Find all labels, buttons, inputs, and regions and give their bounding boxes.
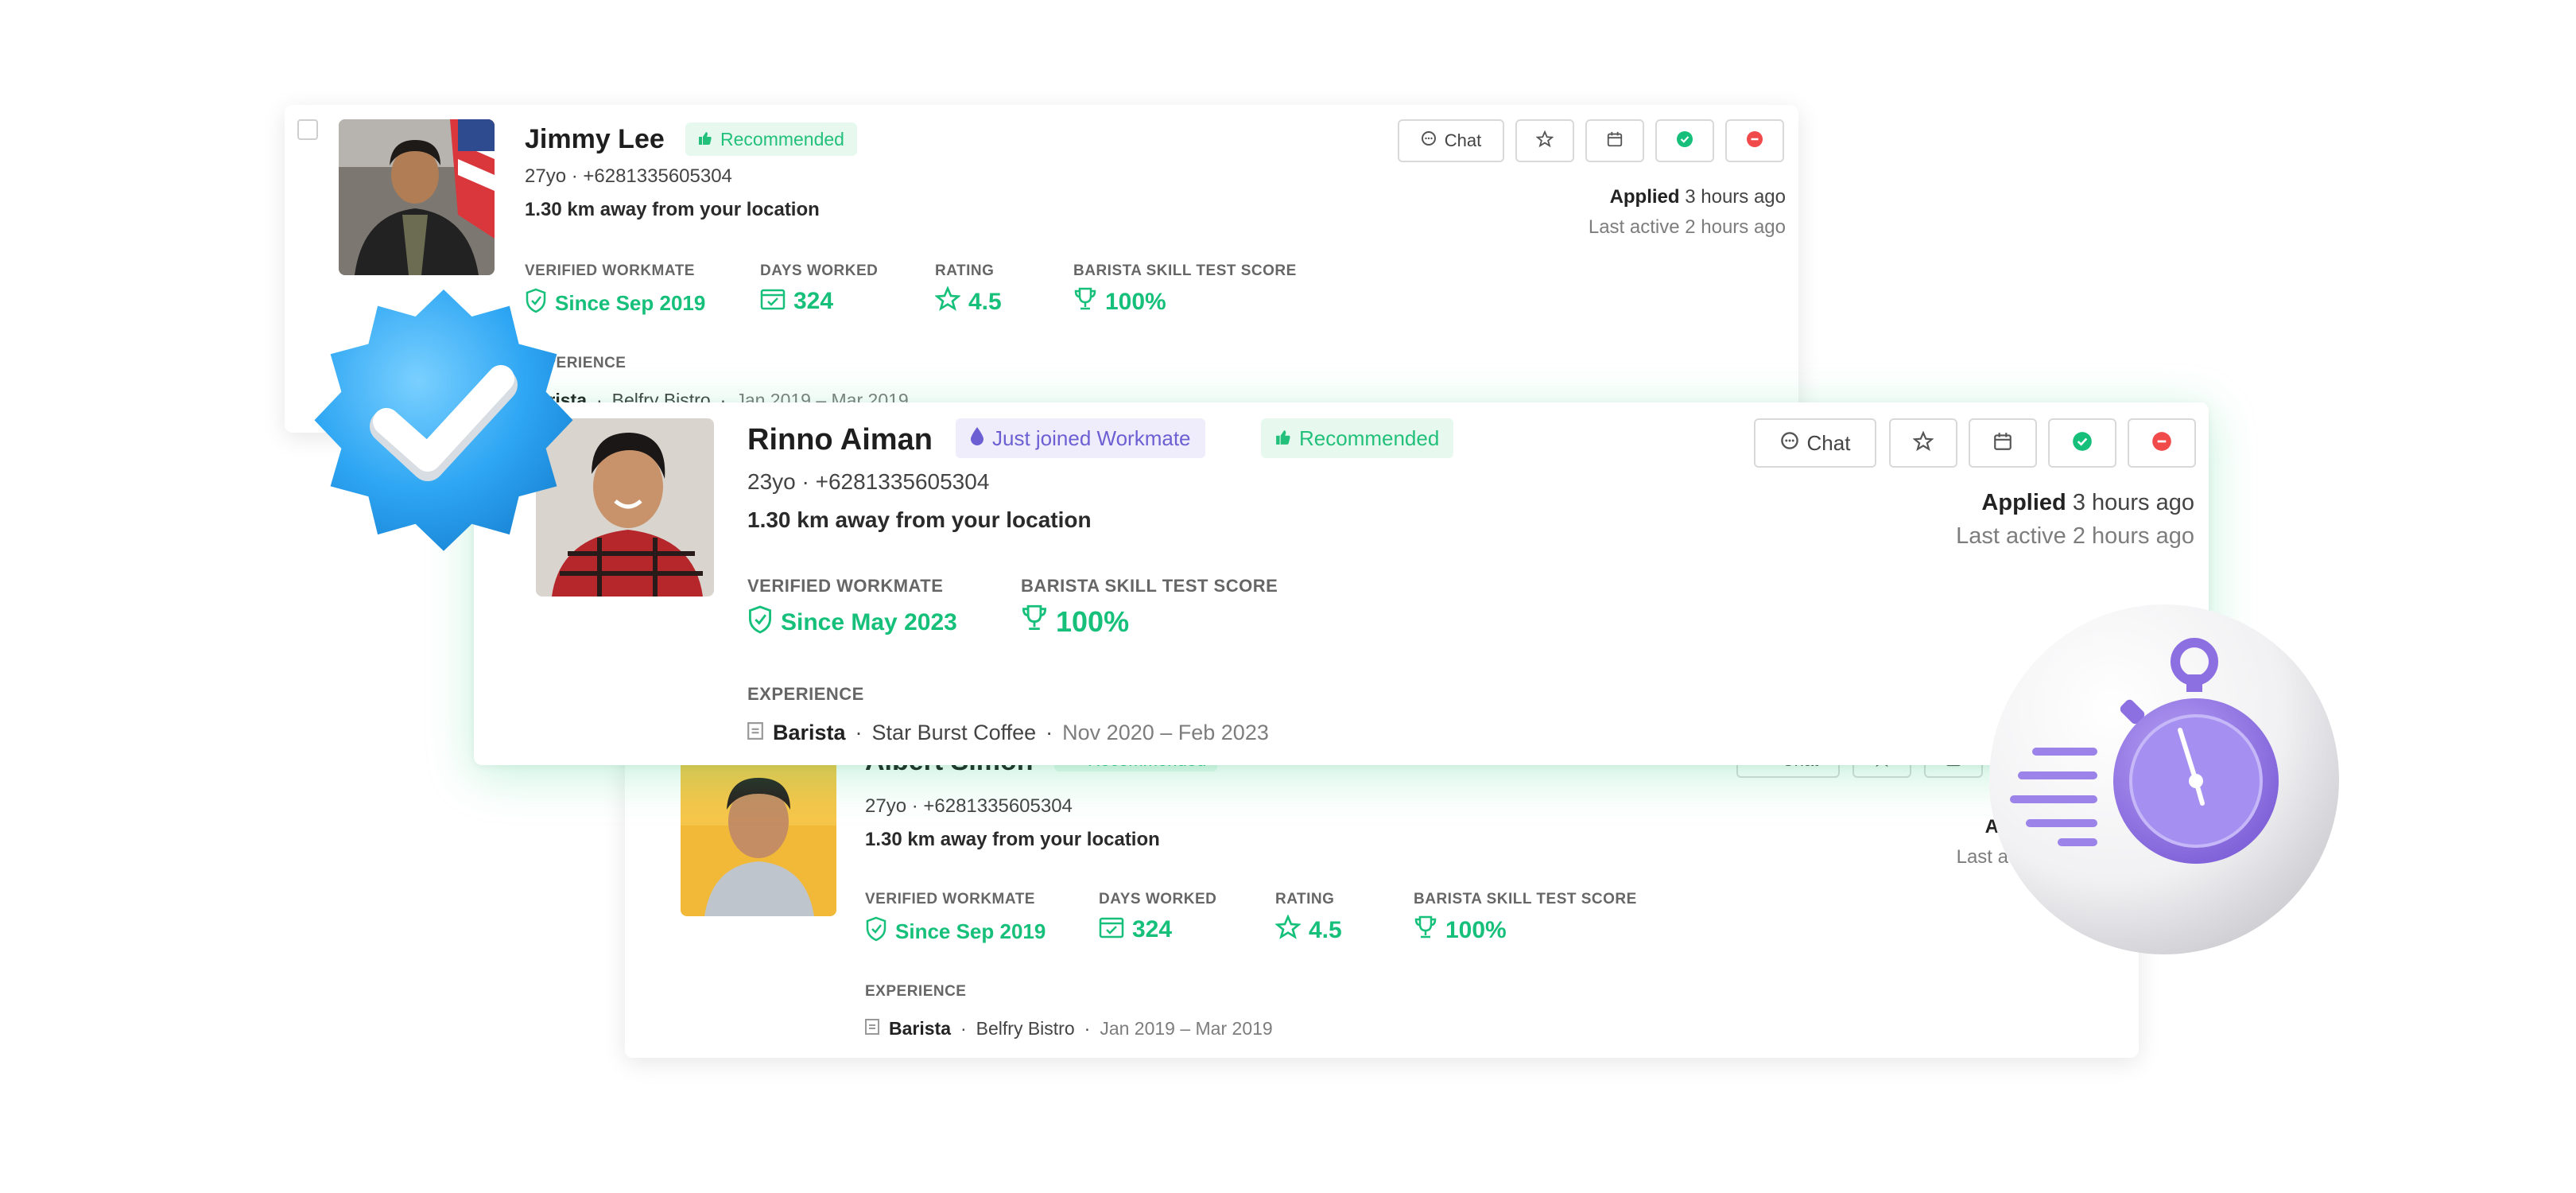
candidate-meta: 23yo · +6281335605304 [747,469,990,494]
minus-circle-icon [1746,130,1763,152]
experience-item: Barista · Star Burst Coffee · Nov 2020 –… [747,721,1269,745]
applied-time: Applied 3 hours ago [1981,490,2194,515]
recommended-label: Recommended [720,128,844,150]
recommended-badge: Recommended [1261,418,1454,458]
favorite-button[interactable] [1889,418,1957,468]
calendar-check-icon [760,286,786,317]
stat-days: 324 [760,286,833,317]
chat-button[interactable]: Chat [1754,418,1876,468]
reject-button[interactable] [2128,418,2196,468]
chat-button[interactable]: Chat [1398,119,1504,162]
candidate-card-albert: Albert Simon Recommended Chat Appl Last … [625,740,2139,1058]
star-icon [1912,429,1934,456]
recommended-badge: Recommended [685,122,857,156]
favorite-button[interactable] [1515,119,1574,162]
last-active: Last active 2 hours ago [1588,216,1786,238]
trophy-icon [1073,286,1097,318]
minus-circle-icon [2151,431,2172,456]
experience-label: EXPERIENCE [747,684,864,704]
trophy-icon [1414,915,1437,946]
star-icon [934,286,961,318]
star-icon [1274,914,1302,946]
stat-label-rating: RATING [1275,891,1335,907]
drop-icon [970,426,984,451]
calendar-icon [1606,130,1624,152]
stat-label-skill: BARISTA SKILL TEST SCORE [1073,262,1297,279]
schedule-button[interactable] [1969,418,2037,468]
chat-icon [1421,130,1437,151]
stat-label-skill: BARISTA SKILL TEST SCORE [1414,891,1637,907]
stat-label-skill: BARISTA SKILL TEST SCORE [1021,576,1278,596]
stat-skill: 100% [1021,603,1129,640]
just-joined-badge: Just joined Workmate [956,418,1205,458]
stat-rating: 4.5 [1274,914,1342,946]
candidate-distance: 1.30 km away from your location [865,829,1160,850]
thumbs-up-icon [698,129,712,150]
candidate-card-rinno: Rinno Aiman Just joined Workmate Recomme… [474,402,2209,765]
chat-icon [1780,431,1799,456]
experience-item: Barista · Belfry Bistro · Jan 2019 – Mar… [865,1018,1273,1040]
accept-button[interactable] [1655,119,1714,162]
stat-label-verified: VERIFIED WORKMATE [865,891,1035,907]
stat-label-days: DAYS WORKED [1099,891,1217,907]
check-circle-icon [2072,431,2093,456]
calendar-icon [1992,431,2013,456]
candidate-distance: 1.30 km away from your location [525,199,820,220]
experience-label: EXPERIENCE [865,983,967,1000]
reject-button[interactable] [1725,119,1784,162]
candidate-distance: 1.30 km away from your location [747,507,1092,532]
document-icon [865,1018,879,1040]
shield-check-icon [865,916,887,947]
candidate-meta: 27yo · +6281335605304 [525,165,732,187]
avatar [339,119,495,275]
stopwatch-icon [1983,598,2345,961]
last-active: Last active 2 hours ago [1956,523,2194,549]
calendar-check-icon [1099,915,1124,945]
stat-label-rating: RATING [935,262,995,279]
verified-badge-icon [293,274,595,576]
select-checkbox[interactable] [297,119,318,140]
stat-days: 324 [1099,915,1172,945]
candidate-meta: 27yo · +6281335605304 [865,795,1073,817]
avatar [681,754,836,916]
star-icon [1535,130,1554,152]
candidate-name[interactable]: Rinno Aiman [747,423,933,457]
stat-skill: 100% [1073,286,1166,318]
schedule-button[interactable] [1585,119,1644,162]
stat-skill: 100% [1414,915,1507,946]
stat-label-verified: VERIFIED WORKMATE [747,576,944,596]
check-circle-icon [1676,130,1693,152]
trophy-icon [1021,603,1048,640]
candidate-name[interactable]: Jimmy Lee [525,124,665,155]
stat-verified: Since May 2023 [747,604,957,641]
stat-rating: 4.5 [934,286,1002,318]
applied-time: Applied 3 hours ago [1609,186,1786,208]
thumbs-up-icon [1275,426,1291,451]
shield-check-icon [747,604,773,641]
stat-label-days: DAYS WORKED [760,262,879,279]
document-icon [747,721,763,745]
stat-verified: Since Sep 2019 [865,916,1046,947]
accept-button[interactable] [2048,418,2116,468]
